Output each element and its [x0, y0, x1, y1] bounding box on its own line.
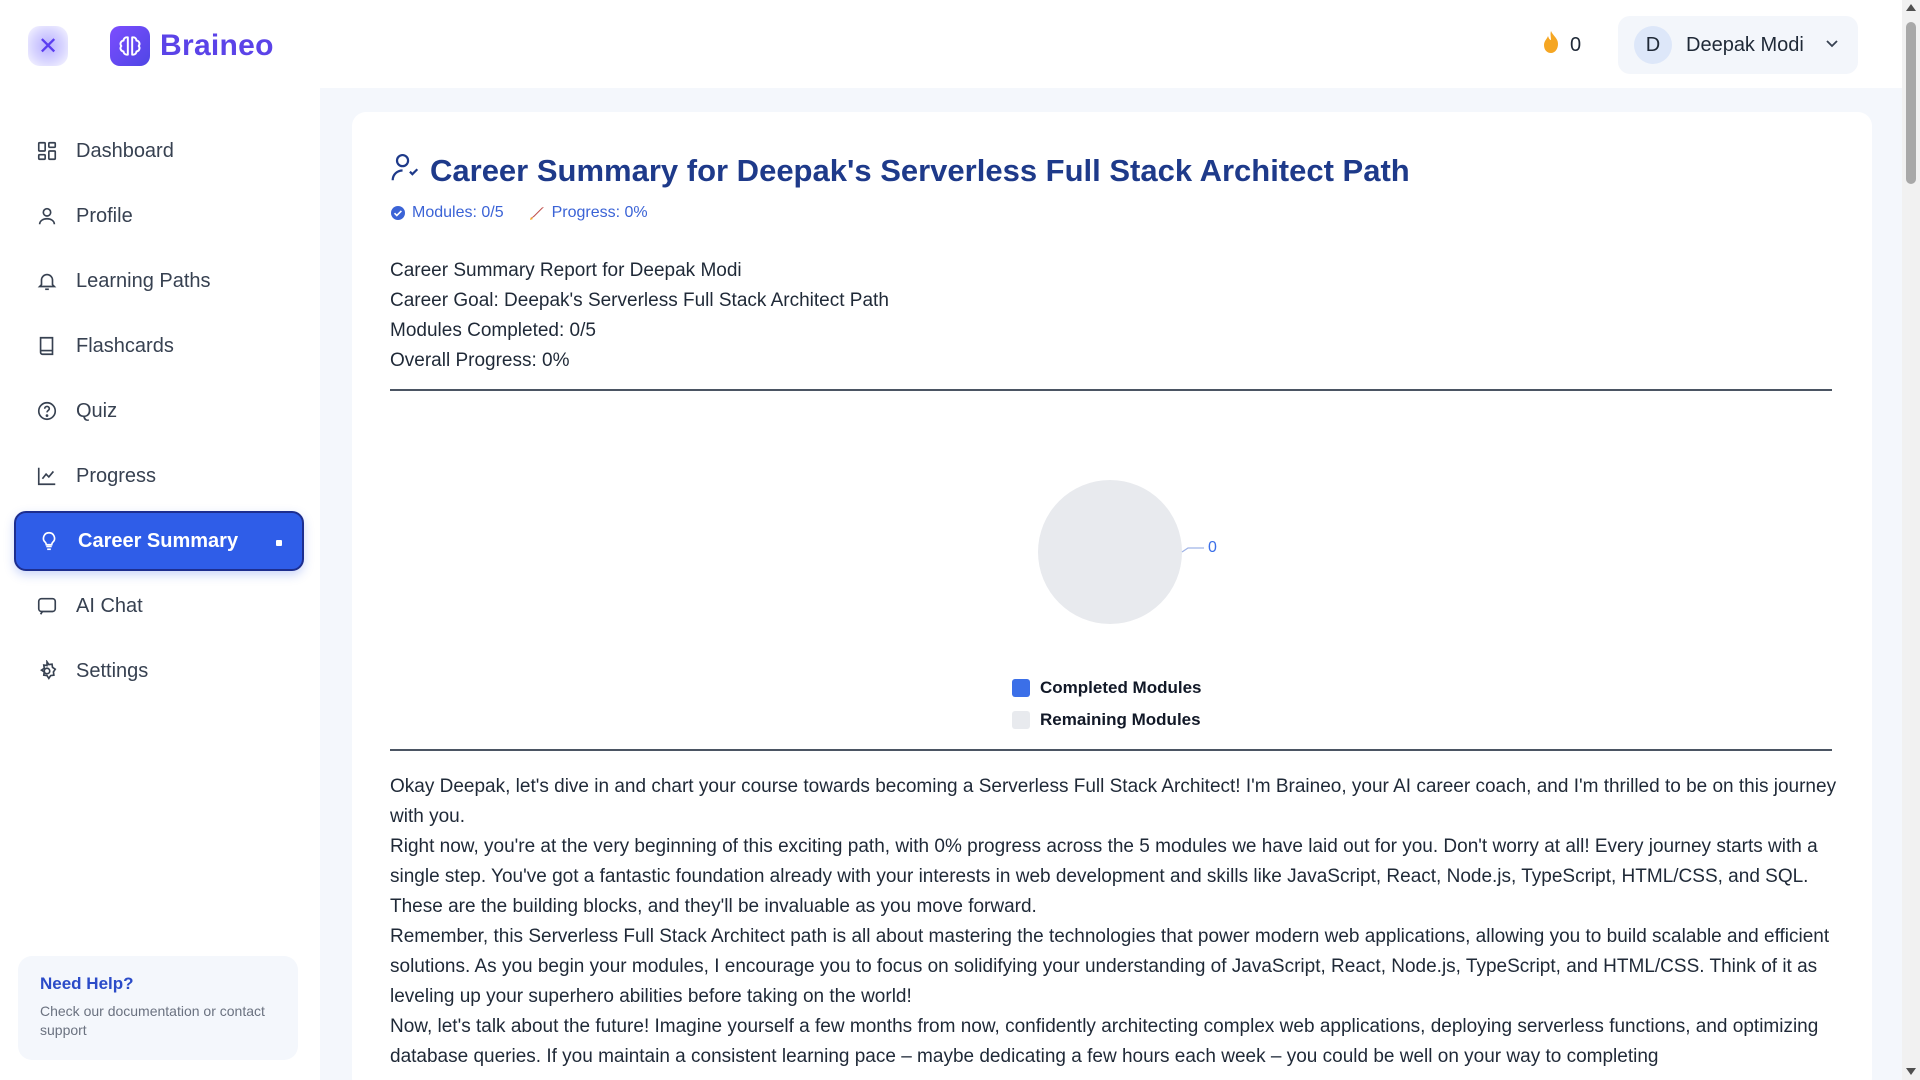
summary-line: Overall Progress: 0%	[390, 350, 570, 371]
summary-line: Modules Completed: 0/5	[390, 320, 596, 341]
pie-slice-remaining	[1038, 480, 1182, 624]
rocket-icon	[529, 207, 544, 220]
sidebar-item-label: Dashboard	[76, 139, 174, 162]
legend-label: Remaining Modules	[1040, 710, 1201, 729]
chat-icon	[37, 597, 57, 615]
chart-line-icon	[37, 467, 56, 486]
help-circle-icon	[37, 401, 57, 421]
user-name: Deepak Modi	[1686, 33, 1804, 56]
help-title: Need Help?	[40, 974, 134, 993]
meta-row: Modules: 0/5 Progress: 0%	[390, 204, 648, 222]
user-menu[interactable]: D Deepak Modi	[1618, 16, 1858, 74]
sidebar-item-label: AI Chat	[76, 594, 143, 617]
coach-paragraph: Right now, you're at the very beginning …	[390, 836, 1818, 917]
summary-block: Career Summary Report for Deepak Modi Ca…	[390, 256, 889, 376]
title-row: Career Summary for Deepak's Serverless F…	[390, 152, 1410, 189]
avatar: D	[1634, 26, 1672, 64]
progress-meta: Progress: 0%	[528, 204, 648, 222]
pie-chart-svg: 0	[1038, 480, 1217, 624]
sidebar-item-flashcards[interactable]: Flashcards	[14, 316, 304, 376]
flame-icon	[1540, 30, 1562, 60]
legend-swatch	[1012, 679, 1030, 697]
scroll-down-arrow[interactable]	[1906, 1068, 1916, 1075]
legend-swatch	[1012, 711, 1030, 729]
sidebar-item-label: Quiz	[76, 399, 118, 422]
sidebar-item-label: Flashcards	[76, 334, 174, 357]
scroll-thumb[interactable]	[1906, 22, 1916, 184]
user-icon	[38, 207, 56, 225]
sidebar-item-label: Settings	[76, 659, 149, 682]
top-header: ✕ Braineo 0 D Deepak Modi	[0, 0, 1902, 88]
dashboard-icon	[37, 141, 57, 161]
career-summary-card: Career Summary for Deepak's Serverless F…	[352, 112, 1872, 1080]
active-indicator	[276, 540, 282, 546]
close-icon: ✕	[37, 32, 59, 60]
divider	[390, 389, 1832, 391]
close-sidebar-button[interactable]: ✕	[28, 26, 68, 66]
coach-paragraph: Okay Deepak, let's dive in and chart you…	[390, 776, 1837, 827]
coach-paragraph: Now, let's talk about the future! Imagin…	[390, 1016, 1819, 1067]
sidebar-item-label: Learning Paths	[76, 269, 211, 292]
legend-item-remaining: Remaining Modules	[1012, 704, 1202, 736]
sidebar: Dashboard Profile Learning Paths Flashca…	[0, 88, 320, 1080]
sidebar-item-settings[interactable]: Settings	[14, 641, 304, 701]
coach-message: Okay Deepak, let's dive in and chart you…	[390, 772, 1840, 1072]
sidebar-item-progress[interactable]: Progress	[14, 446, 304, 506]
sidebar-item-label: Career Summary	[78, 529, 239, 552]
streak-counter: 0	[1540, 30, 1581, 60]
sidebar-item-ai-chat[interactable]: AI Chat	[14, 576, 304, 636]
progress-meta-text: Progress: 0%	[551, 204, 648, 221]
book-icon	[39, 336, 54, 356]
modules-meta: Modules: 0/5	[390, 204, 504, 222]
user-award-icon	[390, 152, 420, 189]
sidebar-item-learning-paths[interactable]: Learning Paths	[14, 251, 304, 311]
brain-icon	[110, 26, 150, 66]
help-text: Check our documentation or contact suppo…	[40, 1003, 265, 1038]
coach-paragraph: Remember, this Serverless Full Stack Arc…	[390, 926, 1830, 1007]
modules-meta-text: Modules: 0/5	[412, 204, 504, 221]
page-scrollbar[interactable]	[1902, 0, 1920, 1080]
legend-item-completed: Completed Modules	[1012, 672, 1202, 704]
pie-data-label: 0	[1208, 539, 1217, 556]
check-circle-icon	[391, 206, 405, 220]
bell-icon	[37, 273, 57, 291]
chart-legend: Completed Modules Remaining Modules	[1012, 672, 1202, 736]
sidebar-item-career-summary[interactable]: Career Summary	[14, 511, 304, 571]
sidebar-item-profile[interactable]: Profile	[14, 186, 304, 246]
chevron-down-icon	[1824, 35, 1840, 56]
app-name: Braineo	[160, 29, 274, 62]
divider	[390, 749, 1832, 751]
summary-line: Career Summary Report for Deepak Modi	[390, 260, 742, 281]
help-box[interactable]: Need Help? Check our documentation or co…	[18, 956, 298, 1060]
sidebar-item-label: Progress	[76, 464, 157, 487]
sidebar-item-label: Profile	[76, 204, 133, 227]
sidebar-item-dashboard[interactable]: Dashboard	[14, 121, 304, 181]
scroll-up-arrow[interactable]	[1906, 4, 1916, 11]
lightbulb-icon	[42, 531, 56, 551]
sidebar-item-quiz[interactable]: Quiz	[14, 381, 304, 441]
gear-icon	[40, 660, 57, 680]
streak-count: 0	[1570, 33, 1582, 56]
summary-line: Career Goal: Deepak's Serverless Full St…	[390, 290, 889, 311]
app-logo[interactable]: Braineo	[110, 26, 274, 66]
legend-label: Completed Modules	[1040, 678, 1202, 697]
pie-label-leader	[1181, 547, 1204, 553]
page-title: Career Summary for Deepak's Serverless F…	[430, 152, 1410, 188]
progress-pie-chart: 0	[352, 452, 1872, 652]
